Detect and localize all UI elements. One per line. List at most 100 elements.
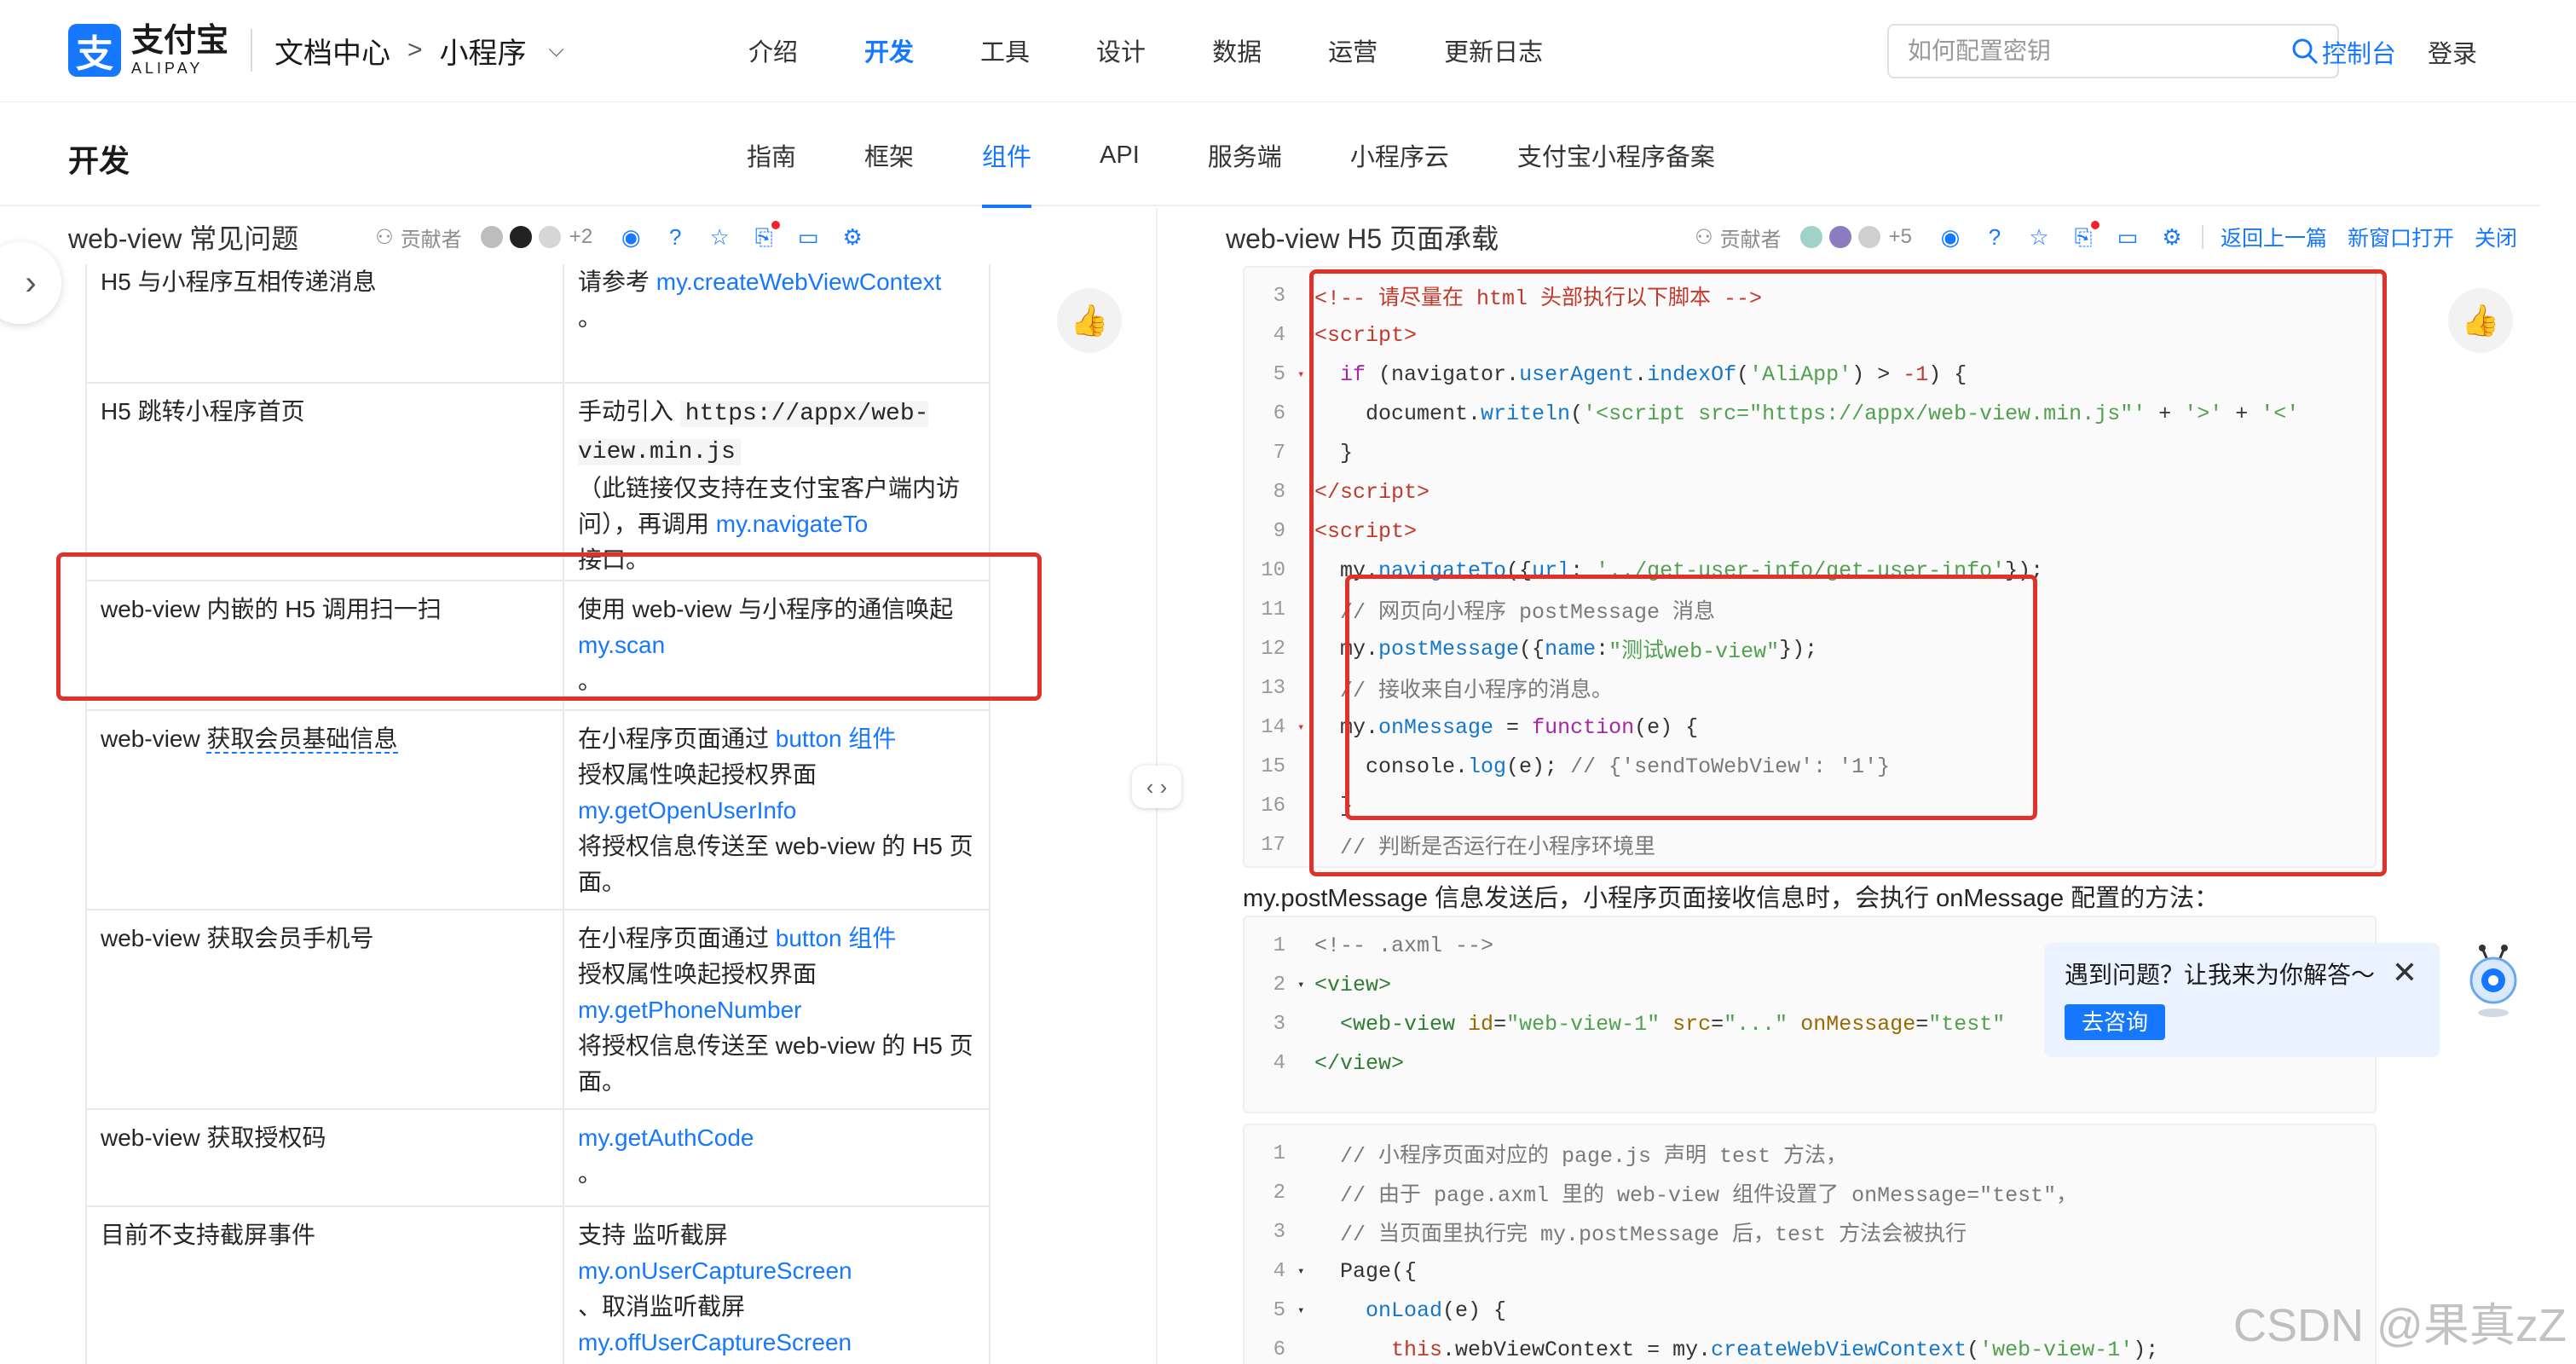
product-dropdown[interactable]: 小程序: [440, 30, 527, 72]
api-link[interactable]: my.getPhoneNumber: [578, 997, 802, 1023]
answer-cell: 手动引入 https://appx/web-view.min.js （此链接仅支持…: [578, 398, 961, 573]
consult-button[interactable]: 去咨询: [2065, 1004, 2166, 1040]
contributors-icon: ⚇: [1695, 225, 1713, 249]
faq-table: H5 与小程序互相传递消息 请参考 my.createWebViewContex…: [85, 264, 991, 1364]
code-line: 4 ▾ Page({: [1273, 1258, 1418, 1284]
api-link[interactable]: my.createWebViewContext: [656, 269, 942, 295]
menu-develop[interactable]: 开发: [864, 32, 914, 68]
watermark: CSDN @果真zZ: [2233, 1300, 2567, 1351]
help-icon[interactable]: ?: [662, 224, 688, 250]
github-icon[interactable]: ◉: [618, 224, 644, 250]
api-link[interactable]: button 组件: [776, 925, 897, 951]
left-pane-header: web-view 常见问题 ⚇ 贡献者 +2 ◉ ? ☆ ⎘ ▭ ⚙: [68, 208, 1091, 266]
code-block-js[interactable]: 1 // 小程序页面对应的 page.js 声明 test 方法， 2 // 由…: [1243, 1124, 2377, 1364]
tab-framework[interactable]: 框架: [864, 104, 914, 206]
close-icon[interactable]: ✕: [2392, 955, 2417, 991]
avatar[interactable]: [1798, 224, 1824, 250]
section-title: 开发: [68, 143, 130, 178]
api-link[interactable]: button 组件: [776, 725, 897, 752]
right-pane-header: web-view H5 页面承载 ⚇ 贡献者 +5 ◉ ? ☆ ⎘ ▭ ⚙ 返回…: [1226, 208, 2530, 266]
like-button[interactable]: 👍: [1057, 288, 1122, 353]
avatar[interactable]: [536, 224, 563, 250]
help-icon[interactable]: ?: [1982, 224, 2007, 250]
divider: [2201, 225, 2203, 249]
login-link[interactable]: 登录: [2428, 34, 2477, 70]
gear-icon[interactable]: ⚙: [840, 224, 865, 250]
tab-cloud[interactable]: 小程序云: [1350, 104, 1449, 206]
contributors-label: 贡献者: [1719, 228, 1782, 251]
star-icon[interactable]: ☆: [2026, 224, 2052, 250]
feedback-icon[interactable]: ⎘: [2071, 221, 2099, 250]
folder-icon[interactable]: ▭: [2115, 224, 2140, 250]
contributors-more[interactable]: +2: [569, 225, 592, 249]
code-line: 13 // 接收来自小程序的消息。: [1261, 676, 1614, 704]
avatar[interactable]: [1827, 224, 1853, 250]
search-input[interactable]: [1908, 38, 2291, 65]
tab-components[interactable]: 组件: [982, 104, 1032, 208]
sidebar-toggle[interactable]: ›: [0, 242, 61, 324]
logo[interactable]: 支 支付宝 ALIPAY 文档中心 > 小程序 ⌵: [68, 24, 564, 77]
question-cell: H5 跳转小程序首页: [87, 384, 564, 580]
avatar[interactable]: [1856, 224, 1882, 250]
code-line: 9 <script>: [1273, 518, 1418, 544]
thumbs-up-icon: 👍: [2461, 303, 2500, 338]
split-handle[interactable]: ‹ ›: [1132, 766, 1181, 808]
contributors[interactable]: ⚇ 贡献者 +2: [375, 223, 592, 252]
open-new-window-link[interactable]: 新窗口打开: [2348, 222, 2454, 252]
code-line: 16 }: [1261, 793, 1354, 818]
answer-cell: 在小程序页面通过 button 组件 授权属性唤起授权界面 my.getPhon…: [578, 925, 973, 1095]
question-cell: 目前不支持截屏事件: [87, 1207, 564, 1364]
menu-design[interactable]: 设计: [1096, 32, 1146, 68]
api-link[interactable]: my.navigateTo: [716, 511, 868, 537]
code-line: 15 console. log (e); // {'sendToWebView': …: [1261, 754, 1891, 779]
avatar[interactable]: [507, 224, 534, 250]
tab-guide[interactable]: 指南: [747, 104, 796, 206]
api-link[interactable]: my.onUserCaptureScreen: [578, 1257, 852, 1284]
glossary-term[interactable]: 获取会员基础信息: [206, 725, 398, 754]
contributors[interactable]: ⚇ 贡献者 +5: [1695, 223, 1912, 252]
menu-tools[interactable]: 工具: [980, 32, 1030, 68]
api-link[interactable]: my.offUserCaptureScreen: [578, 1329, 852, 1355]
tab-server[interactable]: 服务端: [1208, 104, 1282, 206]
api-link[interactable]: my.scan: [578, 632, 665, 658]
doc-center-link[interactable]: 文档中心: [274, 30, 390, 72]
code-line: 2 // 由于 page.axml 里的 web-view 组件设置了 onMe…: [1273, 1181, 2078, 1209]
contributors-more[interactable]: +5: [1889, 225, 1912, 249]
menu-changelog[interactable]: 更新日志: [1444, 32, 1543, 68]
gear-icon[interactable]: ⚙: [2159, 224, 2185, 250]
table-row: web-view 获取会员手机号 在小程序页面通过 button 组件 授权属性…: [87, 910, 989, 1110]
top-navbar: 支 支付宝 ALIPAY 文档中心 > 小程序 ⌵ 介绍 开发 工具 设计 数据…: [0, 0, 2576, 102]
tab-api[interactable]: API: [1100, 104, 1140, 206]
question-cell: web-view 内嵌的 H5 调用扫一扫: [87, 581, 564, 709]
chevron-down-icon[interactable]: ⌵: [549, 38, 564, 62]
code-line: 3 <!-- 请尽量在 html 头部执行以下脚本 -->: [1273, 284, 1763, 312]
menu-intro[interactable]: 介绍: [748, 32, 798, 68]
assistant-robot-icon[interactable]: [2463, 945, 2523, 1018]
close-link[interactable]: 关闭: [2475, 222, 2517, 252]
avatar[interactable]: [478, 224, 505, 250]
star-icon[interactable]: ☆: [707, 224, 732, 250]
prev-article-link[interactable]: 返回上一篇: [2221, 222, 2327, 252]
menu-operate[interactable]: 运营: [1328, 32, 1378, 68]
api-link[interactable]: my.getOpenUserInfo: [578, 797, 796, 824]
console-link[interactable]: 控制台: [2322, 34, 2396, 70]
answer-cell: 使用 web-view 与小程序的通信唤起 my.scan。: [578, 596, 954, 694]
github-icon[interactable]: ◉: [1938, 224, 1963, 250]
left-pane-title: web-view 常见问题: [68, 223, 299, 254]
feedback-icon[interactable]: ⎘: [751, 221, 781, 250]
code-line: 5 ▾ if (navigator. userAgent. indexOf('AliA…: [1273, 361, 1967, 387]
like-button[interactable]: 👍: [2448, 288, 2513, 353]
folder-icon[interactable]: ▭: [795, 224, 821, 250]
search-icon[interactable]: [2291, 38, 2319, 65]
code-block-html[interactable]: 3 <!-- 请尽量在 html 头部执行以下脚本 --> 4 <script> 5…: [1243, 266, 2377, 868]
api-link[interactable]: my.getAuthCode: [578, 1124, 754, 1151]
table-row: web-view 获取授权码 my.getAuthCode。: [87, 1110, 989, 1207]
table-row: H5 与小程序互相传递消息 请参考 my.createWebViewContex…: [87, 264, 989, 384]
table-row: web-view 获取会员基础信息 在小程序页面通过 button 组件 授权属…: [87, 711, 989, 910]
tab-filing[interactable]: 支付宝小程序备案: [1517, 104, 1715, 206]
table-row: 目前不支持截屏事件 支持 监听截屏 my.onUserCaptureScreen…: [87, 1207, 989, 1364]
answer-cell: my.getAuthCode。: [578, 1124, 754, 1187]
menu-data[interactable]: 数据: [1212, 32, 1262, 68]
divider: [251, 29, 253, 72]
code-line: 14 ▾ my. onMessage = function (e) {: [1261, 714, 1699, 740]
